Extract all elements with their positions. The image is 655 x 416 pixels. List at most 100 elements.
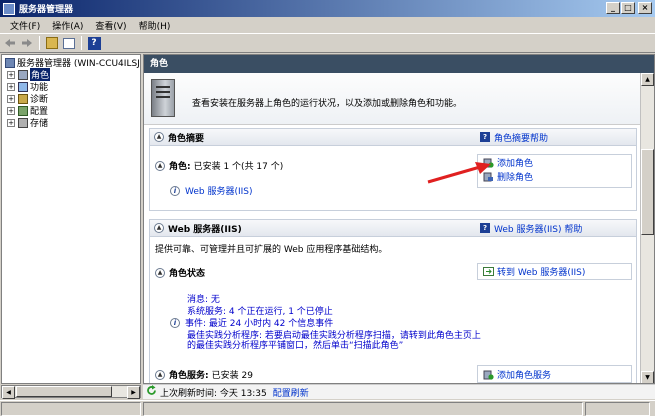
add-role-label: 添加角色	[497, 158, 534, 169]
role-summary-header[interactable]: ▲ 角色摘要 ? 角色摘要帮助	[150, 129, 636, 146]
toolbar: ?	[0, 34, 655, 53]
menu-action[interactable]: 操作(A)	[46, 19, 89, 32]
scroll-down-button[interactable]: ▼	[641, 371, 654, 383]
expand-icon[interactable]: +	[7, 70, 15, 79]
iis-description: 提供可靠、可管理并且可扩展的 Web 应用程序基础结构。	[155, 245, 388, 255]
role-summary-title: 角色摘要	[168, 133, 205, 144]
last-refresh-text: 上次刷新时间: 今天 13:35	[160, 388, 267, 399]
collapse-icon[interactable]: ▲	[154, 223, 164, 233]
tree-item-storage[interactable]: + 存储	[7, 117, 49, 129]
tree-root[interactable]: 服务器管理器 (WIN-CCU4ILSJLI	[5, 57, 140, 69]
remove-role-link[interactable]: 删除角色	[478, 169, 631, 183]
server-manager-icon	[5, 57, 15, 68]
goto-iis-label: 转到 Web 服务器(IIS)	[497, 268, 586, 278]
remove-role-icon	[483, 171, 494, 182]
show-hide-tree-icon[interactable]	[62, 36, 76, 50]
menu-bar: 文件(F) 操作(A) 查看(V) 帮助(H)	[0, 17, 655, 34]
content-vertical-scrollbar[interactable]: ▲ ▼	[640, 73, 654, 383]
tree-horizontal-scrollbar[interactable]: ◀ ▶	[1, 385, 141, 399]
role-summary-panel: ▲ 角色摘要 ? 角色摘要帮助 ▲ 角色: 已安装 1 个(共 17 个) i …	[149, 128, 637, 211]
intro-text: 查看安装在服务器上角色的运行状况，以及添加或删除角色和功能。	[192, 99, 463, 109]
role-services-subheader: ▲ 角色服务: 已安装 29	[155, 368, 253, 381]
maximize-button[interactable]: □	[621, 2, 635, 14]
roles-icon	[18, 69, 28, 80]
scroll-thumb[interactable]	[16, 386, 112, 397]
content-pane: 角色 查看安装在服务器上角色的运行状况，以及添加或删除角色和功能。 ▲ 角色摘要…	[143, 54, 655, 384]
navigation-tree: 服务器管理器 (WIN-CCU4ILSJLI + 角色 + 功能 + 诊断 + …	[1, 54, 141, 384]
goto-iis-link[interactable]: 转到 Web 服务器(IIS)	[478, 264, 631, 279]
add-services-icon	[483, 369, 494, 380]
add-role-services-label: 添加角色服务	[497, 370, 552, 381]
status-cell	[585, 402, 650, 416]
collapse-icon[interactable]: ▲	[155, 160, 165, 171]
configuration-icon	[18, 105, 28, 116]
expand-icon[interactable]: +	[7, 82, 15, 91]
iis-panel: ▲ Web 服务器(IIS) ? Web 服务器(IIS) 帮助 提供可靠、可管…	[149, 219, 637, 383]
info-icon: i	[170, 317, 180, 328]
expand-icon[interactable]: +	[7, 94, 15, 103]
remove-role-label: 删除角色	[497, 172, 534, 183]
iis-header[interactable]: ▲ Web 服务器(IIS) ? Web 服务器(IIS) 帮助	[150, 220, 636, 237]
add-role-link[interactable]: 添加角色	[478, 155, 631, 169]
collapse-icon[interactable]: ▲	[155, 267, 165, 278]
scroll-thumb[interactable]	[641, 149, 654, 235]
scroll-right-button[interactable]: ▶	[127, 386, 140, 399]
add-role-icon	[483, 157, 494, 168]
page-title: 角色	[144, 55, 654, 73]
back-arrow-icon[interactable]	[3, 36, 17, 50]
help-icon[interactable]: ?	[87, 36, 101, 50]
add-role-services-link[interactable]: 添加角色服务	[478, 366, 631, 382]
up-folder-icon[interactable]	[45, 36, 59, 50]
roles-count: 已安装 1 个(共 17 个)	[193, 162, 284, 172]
web-role-label: Web 服务器(IIS)	[185, 187, 253, 197]
window-title: 服务器管理器	[19, 5, 74, 15]
help-icon: ?	[480, 223, 490, 233]
diagnostics-icon	[18, 93, 28, 104]
expand-icon[interactable]: +	[7, 118, 15, 127]
tree-item-configuration[interactable]: + 配置	[7, 105, 48, 117]
iis-title: Web 服务器(IIS)	[168, 224, 242, 235]
role-services-count: 已安装 29	[211, 371, 253, 381]
refresh-icon	[146, 385, 157, 399]
goto-iis-box: 转到 Web 服务器(IIS)	[477, 263, 632, 280]
minimize-button[interactable]: _	[606, 2, 620, 14]
refresh-bar: 上次刷新时间: 今天 13:35 配置刷新	[143, 384, 655, 399]
menu-view[interactable]: 查看(V)	[89, 19, 132, 32]
bpa-text-line2: 的最佳实践分析程序平铺窗口，然后单击“扫描此角色”	[187, 341, 404, 351]
web-role-link[interactable]: i Web 服务器(IIS)	[170, 184, 253, 197]
role-summary-help-link[interactable]: ? 角色摘要帮助	[480, 131, 548, 144]
roles-label: 角色:	[169, 162, 191, 172]
expand-icon[interactable]: +	[7, 106, 15, 115]
forward-arrow-icon[interactable]	[20, 36, 34, 50]
role-actions-box: 添加角色 删除角色	[477, 154, 632, 188]
collapse-icon[interactable]: ▲	[155, 369, 165, 380]
app-icon	[3, 2, 15, 15]
tree-item-label: 存储	[30, 119, 49, 129]
menu-file[interactable]: 文件(F)	[4, 19, 46, 32]
tree-item-roles[interactable]: + 角色	[7, 68, 51, 81]
configure-refresh-link[interactable]: 配置刷新	[273, 386, 309, 399]
role-summary-help-label: 角色摘要帮助	[494, 133, 549, 144]
add-services-box: 添加角色服务	[477, 365, 632, 383]
role-services-label: 角色服务:	[169, 371, 209, 381]
role-status-subheader: ▲ 角色状态	[155, 266, 205, 279]
role-status-title: 角色状态	[169, 269, 206, 279]
intro-band: 查看安装在服务器上角色的运行状况，以及添加或删除角色和功能。	[144, 73, 654, 125]
status-bar	[0, 400, 655, 416]
status-cell	[143, 402, 583, 416]
status-cell	[1, 402, 141, 416]
iis-help-link[interactable]: ? Web 服务器(IIS) 帮助	[480, 222, 582, 235]
tree-item-diagnostics[interactable]: + 诊断	[7, 93, 48, 105]
menu-help[interactable]: 帮助(H)	[133, 19, 177, 32]
server-icon	[151, 79, 175, 117]
iis-help-label: Web 服务器(IIS) 帮助	[494, 224, 583, 235]
info-icon: i	[170, 185, 180, 196]
collapse-icon[interactable]: ▲	[154, 132, 164, 142]
window-titlebar: 服务器管理器 _ □ ×	[0, 0, 655, 17]
tree-item-features[interactable]: + 功能	[7, 81, 48, 93]
scroll-up-button[interactable]: ▲	[641, 73, 654, 86]
help-icon: ?	[480, 132, 490, 142]
scroll-left-button[interactable]: ◀	[2, 386, 15, 399]
close-button[interactable]: ×	[638, 2, 652, 14]
features-icon	[18, 81, 28, 92]
